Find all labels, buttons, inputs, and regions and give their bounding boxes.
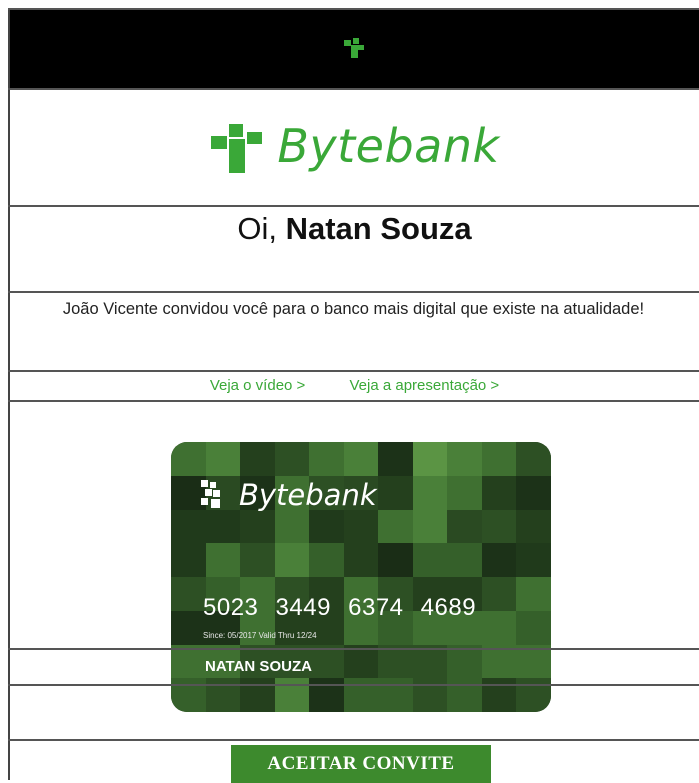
divider-line [8,648,699,650]
card-holder-name: NATAN SOUZA [205,658,312,675]
divider-line [8,88,699,90]
left-border [8,8,10,780]
card-number: 5023 3449 6374 4689 [203,594,477,621]
bytebank-logo-icon [343,38,364,58]
divider-line [8,8,699,10]
brand-logo: Bytebank [10,90,699,205]
credit-card-image: Bytebank 5023 3449 6374 4689 Since: 05/2… [171,442,551,712]
bytebank-logo-icon [201,480,220,508]
accept-invite-button[interactable]: ACEITAR CONVITE [231,745,491,783]
divider-line [8,684,699,686]
card-brand: Bytebank [239,478,377,512]
bytebank-logo-icon [211,123,263,173]
recipient-name: Natan Souza [285,211,472,246]
greeting-heading: Oi, Natan Souza [10,211,699,247]
divider-line [8,291,699,293]
divider-line [8,739,699,741]
brand-name: Bytebank [277,118,500,173]
links-row: Veja o vídeo > Veja a apresentação > [10,377,699,394]
divider-line [8,370,699,372]
watch-video-link[interactable]: Veja o vídeo > [210,377,306,394]
view-presentation-link[interactable]: Veja a apresentação > [349,377,499,394]
card-logo: Bytebank [201,478,377,512]
header-bar [8,8,699,88]
greeting-prefix: Oi, [237,211,277,246]
divider-line [8,205,699,207]
invite-message: João Vicente convidou você para o banco … [62,300,645,318]
card-dates: Since: 05/2017 Valid Thru 12/24 [203,631,317,640]
divider-line [8,400,699,402]
